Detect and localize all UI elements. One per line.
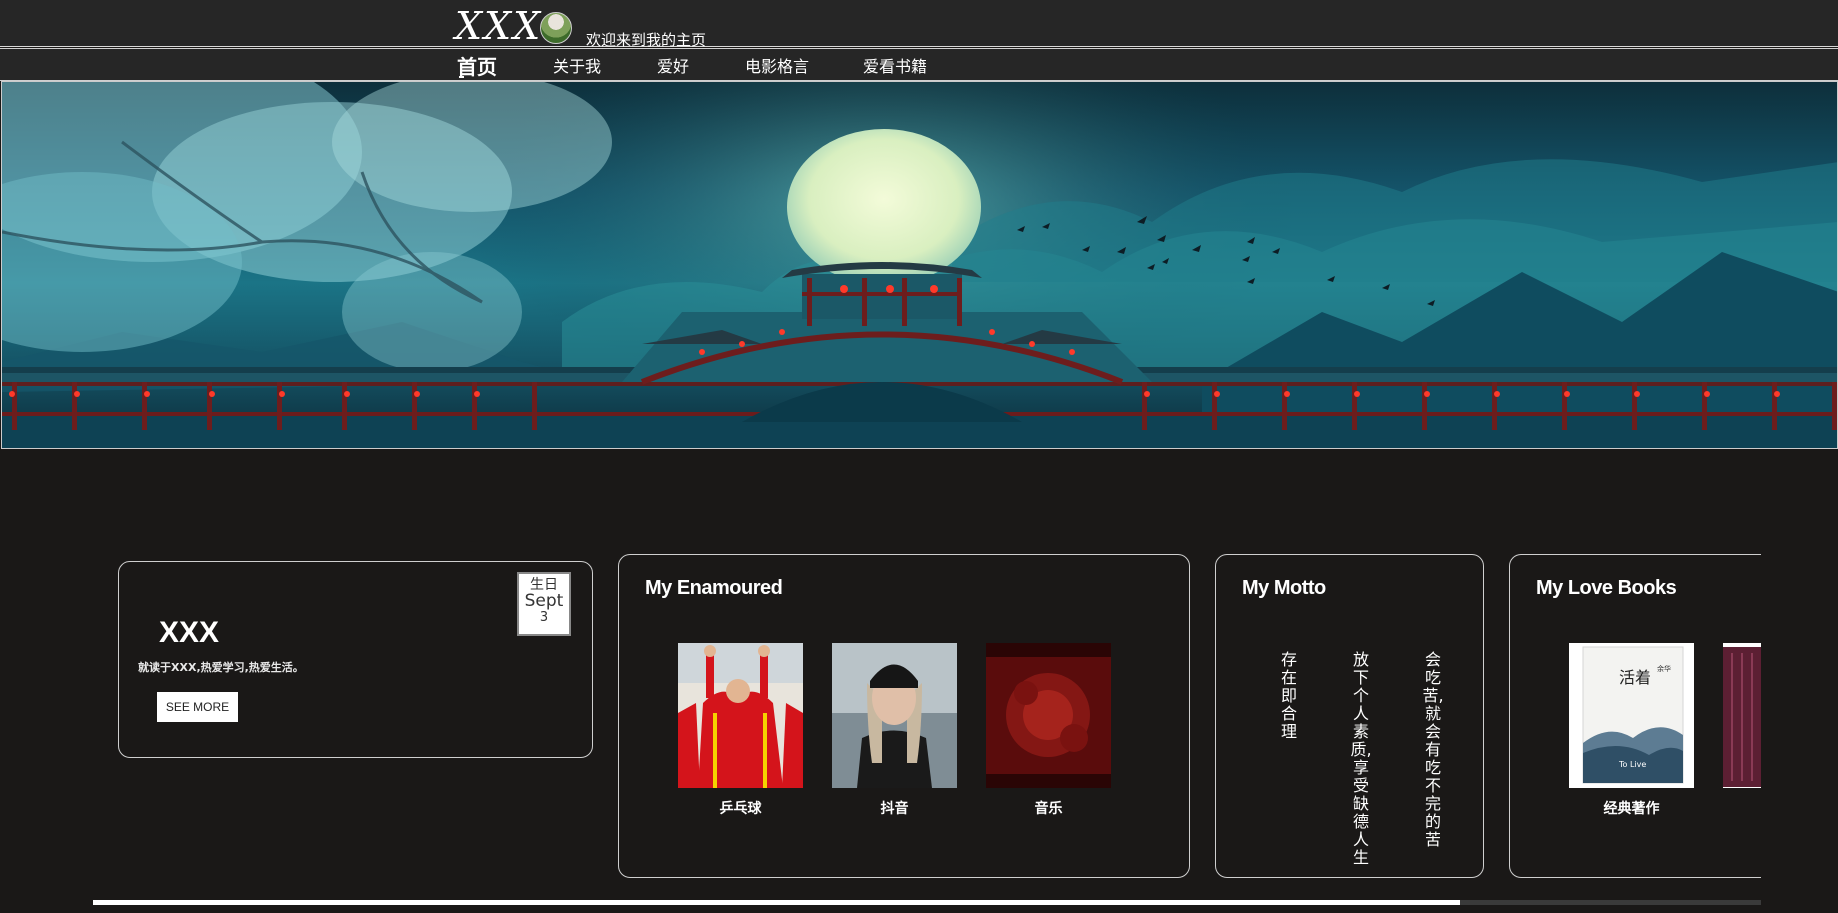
profile-card: 生日 Sept 3 XXX 就读于XXX,热爱学习,热爱生活。 SEE MORE	[118, 561, 593, 758]
welcome-text: 欢迎来到我的主页	[586, 31, 707, 49]
nav-active-indicator	[459, 76, 464, 78]
pingpong-label: 乒乓球	[719, 801, 762, 817]
banner-illustration	[2, 82, 1837, 448]
douyin-label: 抖音	[880, 801, 909, 817]
music-album-cover	[986, 643, 1111, 788]
nav-item-hobbies[interactable]: 爱好	[657, 53, 689, 77]
nav-item-about[interactable]: 关于我	[553, 53, 601, 77]
pingpong-photo	[678, 643, 803, 788]
pingpong-image[interactable]	[678, 643, 803, 788]
nav-item-movie-quotes[interactable]: 电影格言	[745, 53, 809, 77]
enamoured-card: My Enamoured 乒乓球 抖音 音乐	[618, 554, 1190, 878]
book-cover-art: 活着 余华 To Live	[1569, 643, 1694, 788]
douyin-photo	[832, 643, 957, 788]
motto-line: 放下个人素质,享受缺德人生	[1350, 650, 1372, 867]
top-bar: XXX 欢迎来到我的主页	[0, 0, 1838, 49]
nav-bar: 首页 关于我 爱好 电影格言 爱看书籍	[0, 48, 1838, 81]
enamoured-title: My Enamoured	[645, 577, 783, 599]
motto-line: 会吃苦,就会有吃不完的苦	[1422, 650, 1444, 849]
book-cover-title: 活着	[1619, 668, 1651, 687]
nav-item-books[interactable]: 爱看书籍	[863, 53, 927, 77]
scrollbar-track[interactable]	[1460, 900, 1761, 905]
books-title: My Love Books	[1536, 577, 1677, 599]
book-cover-author: 余华	[1657, 664, 1671, 673]
music-label: 音乐	[1034, 801, 1063, 817]
motto-card: My Motto 存在即合理 放下个人素质,享受缺德人生 会吃苦,就会有吃不完的…	[1215, 554, 1484, 878]
calendar-month: Sept	[524, 590, 564, 611]
book-cover-huozhe[interactable]: 活着 余华 To Live	[1569, 643, 1694, 788]
motto-title: My Motto	[1242, 577, 1326, 599]
profile-description: 就读于XXX,热爱学习,热爱生活。	[138, 661, 304, 674]
calendar-day: 3	[539, 609, 549, 625]
music-image[interactable]	[986, 643, 1111, 788]
books-card: My Love Books 活着 余华 To Live 经典著作	[1509, 554, 1761, 878]
hero-banner	[1, 81, 1838, 449]
douyin-image[interactable]	[832, 643, 957, 788]
profile-name: XXX	[159, 616, 220, 649]
birthday-calendar: 生日 Sept 3	[517, 572, 571, 636]
avatar[interactable]	[540, 12, 572, 44]
see-more-button[interactable]: SEE MORE	[157, 692, 238, 722]
book-cover-subtitle: To Live	[1618, 760, 1646, 769]
book-cover-next[interactable]	[1723, 643, 1761, 788]
book-label: 经典著作	[1603, 801, 1660, 817]
book-cover-next-art	[1723, 643, 1761, 788]
site-logo[interactable]: XXX	[455, 4, 542, 48]
motto-line: 存在即合理	[1280, 650, 1297, 741]
